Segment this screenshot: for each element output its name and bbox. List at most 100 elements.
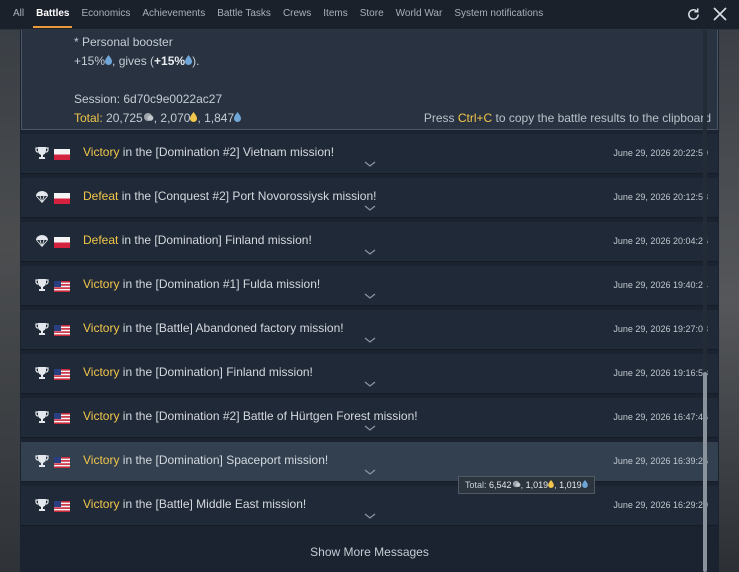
mission-description: in the [Battle] Middle East mission!: [119, 497, 307, 511]
copy-hint: Press Ctrl+C to copy the battle results …: [423, 111, 711, 125]
battle-result: Defeat: [83, 233, 119, 247]
trophy-icon: [35, 366, 49, 385]
battle-details: * Personal booster +15%, gives (+15%). S…: [21, 30, 718, 130]
rp-icon: [581, 480, 588, 488]
total-rp: 1,847: [204, 111, 235, 125]
message-row[interactable]: Victory in the [Battle] Middle East miss…: [21, 486, 718, 526]
message-date: June 29, 2026 20:04:26: [613, 236, 708, 246]
mission-description: in the [Domination] Finland mission!: [119, 365, 313, 379]
booster-line: +15%, gives (+15%).: [74, 54, 199, 68]
expand-chevron-icon[interactable]: [364, 469, 376, 475]
message-text: Defeat in the [Conquest #2] Port Novoros…: [83, 189, 376, 203]
gold-icon: [548, 480, 554, 488]
message-date: June 29, 2026 19:27:03: [613, 324, 708, 334]
trophy-icon: [35, 278, 49, 297]
flag-poland-icon: [54, 191, 70, 209]
show-more-button[interactable]: Show More Messages: [20, 540, 719, 564]
trophy-icon: [35, 454, 49, 473]
message-date: June 29, 2026 16:39:26: [613, 456, 708, 466]
tab-economics[interactable]: Economics: [81, 0, 130, 30]
expand-chevron-icon[interactable]: [364, 205, 376, 211]
message-text: Victory in the [Domination #2] Battle of…: [83, 409, 418, 423]
mission-description: in the [Conquest #2] Port Novorossiysk m…: [118, 189, 377, 203]
tab-world-war[interactable]: World War: [396, 0, 443, 30]
tooltip-silver: 6,542: [489, 480, 512, 490]
message-date: June 29, 2026 16:47:46: [613, 412, 708, 422]
battle-result: Victory: [83, 277, 120, 291]
message-text: Victory in the [Domination] Finland miss…: [83, 365, 313, 379]
flag-poland-icon: [54, 147, 70, 165]
battle-result: Victory: [83, 497, 120, 511]
battle-result: Victory: [83, 321, 120, 335]
flag-usa-icon: [54, 323, 70, 341]
message-text: Defeat in the [Domination] Finland missi…: [83, 233, 312, 247]
message-row[interactable]: Defeat in the [Domination] Finland missi…: [21, 222, 718, 262]
message-date: June 29, 2026 19:16:58: [613, 368, 708, 378]
close-icon[interactable]: [711, 5, 729, 23]
message-text: Victory in the [Domination #2] Vietnam m…: [83, 145, 334, 159]
total-gold: 2,070: [160, 111, 191, 125]
expand-chevron-icon[interactable]: [364, 513, 376, 519]
flag-usa-icon: [54, 279, 70, 297]
message-text: Victory in the [Battle] Abandoned factor…: [83, 321, 344, 335]
battle-result: Defeat: [83, 189, 119, 203]
message-row[interactable]: Victory in the [Domination #2] Vietnam m…: [21, 134, 718, 174]
background-left: [0, 30, 20, 572]
parachute-icon: [35, 190, 49, 209]
mission-description: in the [Domination #2] Vietnam mission!: [119, 145, 335, 159]
trophy-icon: [35, 498, 49, 517]
parachute-icon: [35, 234, 49, 253]
message-date: June 29, 2026 20:12:58: [613, 192, 708, 202]
battle-result: Victory: [83, 365, 120, 379]
tab-items[interactable]: Items: [323, 0, 347, 30]
tab-battles[interactable]: Battles: [33, 0, 73, 30]
tab-battle-tasks[interactable]: Battle Tasks: [217, 0, 271, 30]
message-date: June 29, 2026 20:22:59: [613, 148, 708, 158]
session-id: Session: 6d70c9e0022ac27: [74, 92, 223, 106]
background-right: [719, 30, 739, 572]
messages-panel: * Personal booster +15%, gives (+15%). S…: [20, 30, 719, 572]
copy-key: Ctrl+C: [457, 111, 493, 125]
expand-chevron-icon[interactable]: [364, 293, 376, 299]
message-row[interactable]: Victory in the [Battle] Abandoned factor…: [21, 310, 718, 350]
expand-chevron-icon[interactable]: [364, 337, 376, 343]
message-row[interactable]: Victory in the [Domination] Spaceport mi…: [21, 442, 718, 482]
expand-chevron-icon[interactable]: [364, 161, 376, 167]
flag-poland-icon: [54, 235, 70, 253]
tab-crews[interactable]: Crews: [283, 0, 311, 30]
tab-all[interactable]: All: [13, 0, 24, 30]
flag-usa-icon: [54, 499, 70, 517]
tab-achievements[interactable]: Achievements: [142, 0, 205, 30]
tab-store[interactable]: Store: [360, 0, 384, 30]
battle-result: Victory: [83, 145, 120, 159]
scrollbar[interactable]: [703, 30, 707, 572]
mission-description: in the [Domination #2] Battle of Hürtgen…: [119, 409, 418, 423]
tooltip-rp: 1,019: [559, 480, 582, 490]
tab-bar: All Battles Economics Achievements Battl…: [0, 0, 739, 30]
message-text: Victory in the [Domination] Spaceport mi…: [83, 453, 328, 467]
expand-chevron-icon[interactable]: [364, 249, 376, 255]
message-row[interactable]: Victory in the [Domination] Finland miss…: [21, 354, 718, 394]
silver-lions-icon: [143, 113, 154, 121]
flag-usa-icon: [54, 367, 70, 385]
tooltip-gold: 1,019: [525, 480, 549, 490]
mission-description: in the [Domination #1] Fulda mission!: [119, 277, 321, 291]
message-row[interactable]: Victory in the [Domination #2] Battle of…: [21, 398, 718, 438]
tab-system-notifications[interactable]: System notifications: [454, 0, 543, 30]
total-label: Total:: [74, 111, 103, 125]
trophy-icon: [35, 146, 49, 165]
scrollbar-thumb[interactable]: [703, 372, 707, 572]
booster-label: * Personal booster: [74, 35, 173, 49]
mission-description: in the [Domination] Finland mission!: [118, 233, 312, 247]
total-silver: 20,725: [106, 111, 143, 125]
battle-result: Victory: [83, 453, 120, 467]
refresh-icon[interactable]: [684, 5, 702, 23]
flag-usa-icon: [54, 455, 70, 473]
message-row[interactable]: Defeat in the [Conquest #2] Port Novoros…: [21, 178, 718, 218]
message-row[interactable]: Victory in the [Domination #1] Fulda mis…: [21, 266, 718, 306]
silver-lions-icon: [512, 480, 520, 488]
expand-chevron-icon[interactable]: [364, 425, 376, 431]
gold-icon: [190, 112, 198, 122]
rp-icon: [105, 55, 113, 65]
expand-chevron-icon[interactable]: [364, 381, 376, 387]
